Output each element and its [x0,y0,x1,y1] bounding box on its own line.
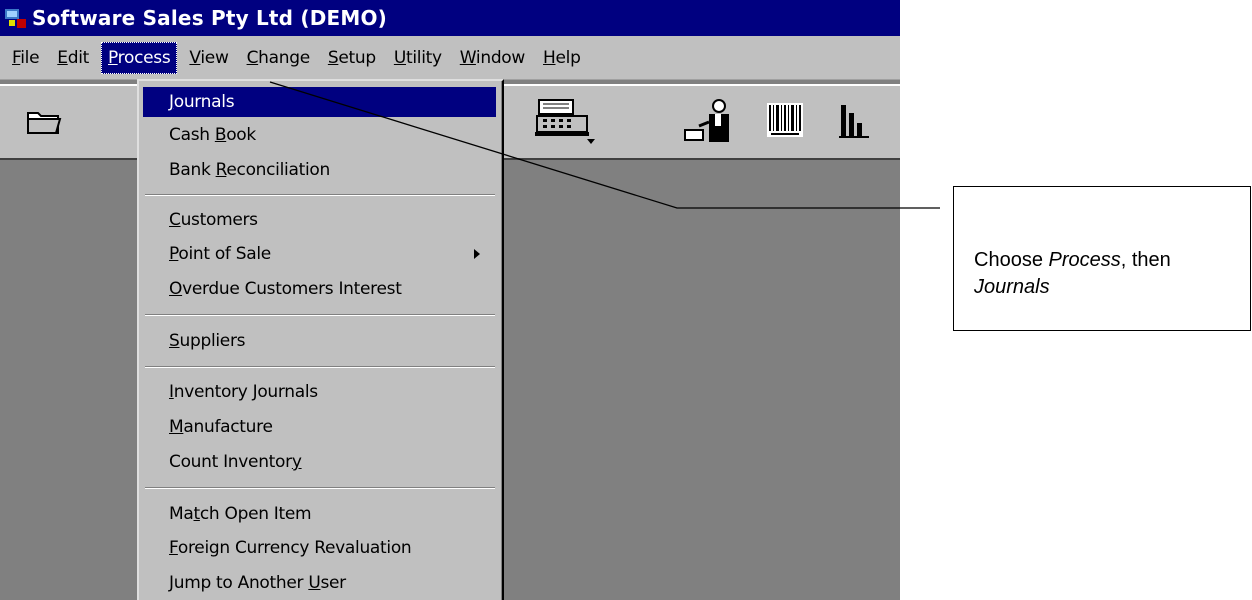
callout-text: Choose Process, then Journals [974,249,1171,298]
callout-box: Choose Process, then Journals [953,186,1251,331]
